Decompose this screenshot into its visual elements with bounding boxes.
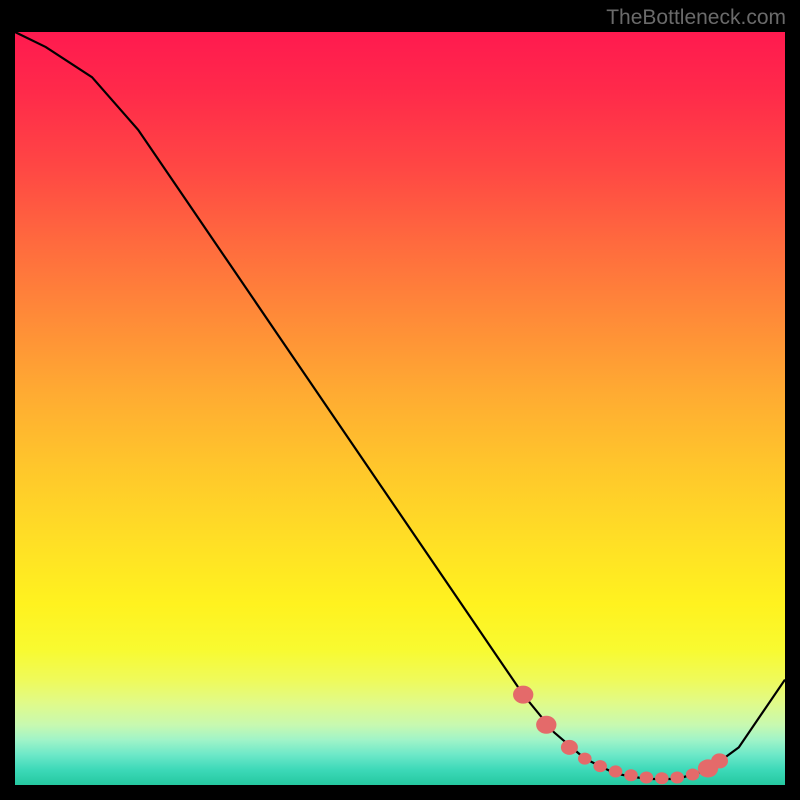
watermark-text: TheBottleneck.com: [606, 6, 786, 30]
chart-markers-group: [513, 686, 728, 785]
chart-plot-area: [15, 32, 785, 785]
chart-marker: [670, 771, 684, 783]
chart-marker: [578, 753, 592, 765]
chart-marker: [609, 765, 623, 777]
chart-marker: [593, 760, 607, 772]
chart-marker: [640, 771, 654, 783]
chart-marker: [561, 740, 578, 755]
chart-marker: [655, 772, 669, 784]
chart-marker: [536, 716, 556, 734]
chart-marker: [513, 686, 533, 704]
chart-marker: [686, 768, 700, 780]
chart-marker: [624, 769, 638, 781]
chart-marker: [711, 753, 728, 768]
chart-curve-line: [15, 32, 785, 779]
chart-svg: [15, 32, 785, 785]
